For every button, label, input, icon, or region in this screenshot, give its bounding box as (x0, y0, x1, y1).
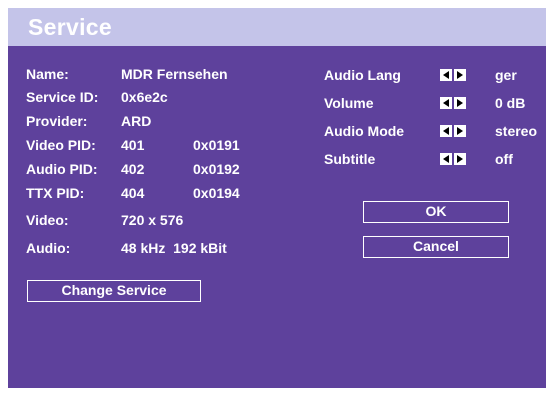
audio-lang-value: ger (495, 67, 517, 83)
volume-value: 0 dB (495, 95, 526, 111)
video-pid-decimal: 401 (121, 137, 145, 153)
left-right-arrows-icon[interactable] (440, 125, 466, 137)
cancel-button[interactable]: Cancel (363, 236, 509, 258)
provider-label: Provider: (26, 113, 88, 129)
dialog-title: Service (28, 14, 112, 40)
subtitle-label: Subtitle (324, 151, 376, 167)
change-service-button[interactable]: Change Service (27, 280, 201, 302)
left-right-arrows-icon[interactable] (440, 69, 466, 81)
video-label: Video: (26, 212, 69, 228)
audio-label: Audio: (26, 240, 71, 256)
ok-button[interactable]: OK (363, 201, 509, 223)
name-label: Name: (26, 66, 69, 82)
audio-pid-label: Audio PID: (26, 161, 98, 177)
service-id-value: 0x6e2c (121, 89, 168, 105)
provider-value: ARD (121, 113, 152, 129)
left-right-arrows-icon[interactable] (440, 97, 466, 109)
video-pid-hex: 0x0191 (193, 137, 240, 153)
audio-format: 48 kHz 192 kBit (121, 240, 227, 256)
service-id-label: Service ID: (26, 89, 99, 105)
video-resolution: 720 x 576 (121, 212, 184, 228)
subtitle-value: off (495, 151, 513, 167)
title-bar: Service (8, 8, 546, 46)
service-dialog: Service Name: MDR Fernsehen Service ID: … (8, 8, 546, 388)
left-right-arrows-icon[interactable] (440, 153, 466, 165)
audio-pid-hex: 0x0192 (193, 161, 240, 177)
ttx-pid-hex: 0x0194 (193, 185, 240, 201)
ttx-pid-label: TTX PID: (26, 185, 85, 201)
audio-mode-label: Audio Mode (324, 123, 405, 139)
ttx-pid-decimal: 404 (121, 185, 145, 201)
audio-pid-decimal: 402 (121, 161, 145, 177)
volume-label: Volume (324, 95, 374, 111)
video-pid-label: Video PID: (26, 137, 96, 153)
audio-lang-label: Audio Lang (324, 67, 401, 83)
name-value: MDR Fernsehen (121, 66, 228, 82)
audio-mode-value: stereo (495, 123, 538, 139)
